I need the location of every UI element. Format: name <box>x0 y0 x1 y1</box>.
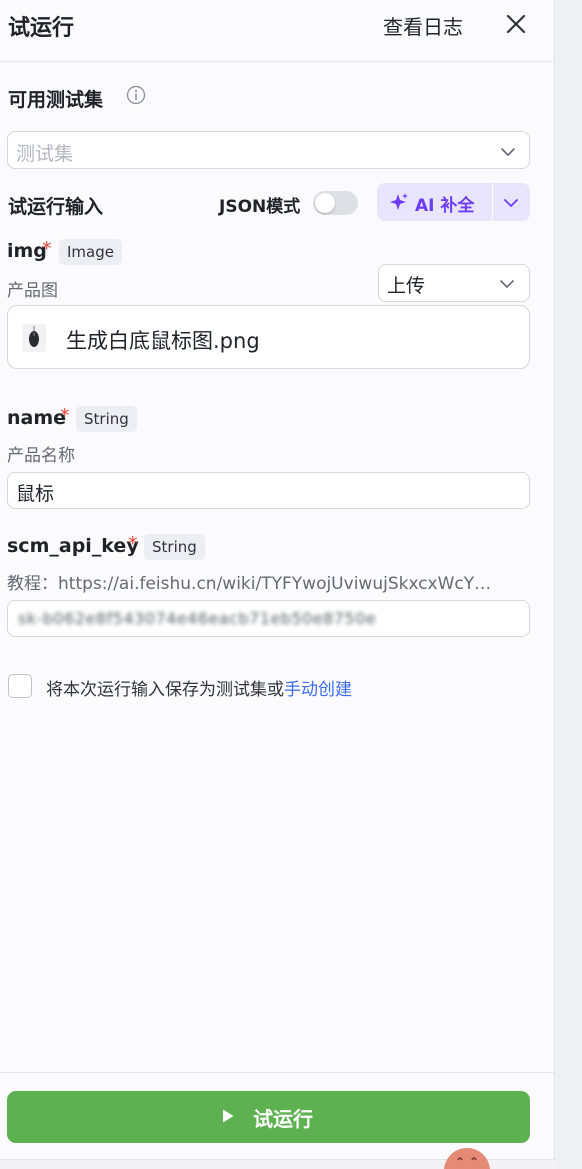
field-name-img: img <box>7 240 47 262</box>
run-input-title: 试运行输入 <box>8 196 104 218</box>
save-testset-label: 将本次运行输入保存为测试集或 <box>46 680 284 700</box>
field-desc-img: 产品图 <box>7 281 58 301</box>
field-desc-name: 产品名称 <box>7 446 75 466</box>
name-input-value: 鼠标 <box>16 483 55 505</box>
field-desc-scm-api-key: 教程：https://ai.feishu.cn/wiki/TYFYwojUviw… <box>7 574 492 594</box>
type-tag-image: Image <box>59 239 122 265</box>
trial-run-label: 试运行 <box>253 1107 313 1131</box>
api-key-input[interactable]: sk-b062e8f543074e46eacb71eb50e8750e <box>7 600 530 637</box>
chevron-down-icon <box>500 280 514 288</box>
right-edge-strip <box>556 0 582 1169</box>
uploaded-file[interactable]: 生成白底鼠标图.png <box>7 305 530 369</box>
trial-run-panel: 试运行 查看日志 可用测试集 测试集 试运行输入 JSON模式 AI 补全 im… <box>0 0 555 1160</box>
upload-source-value: 上传 <box>387 275 426 297</box>
ai-complete-dropdown[interactable] <box>493 183 530 221</box>
json-mode-toggle[interactable] <box>313 191 358 215</box>
panel-title: 试运行 <box>8 16 75 41</box>
ai-complete-label: AI 补全 <box>415 196 475 216</box>
close-icon[interactable] <box>503 11 529 37</box>
api-key-value-blurred: sk-b062e8f543074e46eacb71eb50e8750e <box>18 609 377 628</box>
file-thumbnail <box>22 324 46 352</box>
save-testset-text: 将本次运行输入保存为测试集或手动创建 <box>46 675 352 700</box>
testset-placeholder: 测试集 <box>16 143 74 165</box>
panel-header: 试运行 查看日志 <box>0 0 555 62</box>
required-mark: * <box>60 405 70 427</box>
chevron-down-icon <box>501 148 515 156</box>
upload-source-select[interactable]: 上传 <box>378 264 530 302</box>
name-input[interactable]: 鼠标 <box>7 472 530 509</box>
field-name-name: name <box>7 407 67 429</box>
testset-title: 可用测试集 <box>8 89 104 111</box>
play-icon <box>223 1109 234 1123</box>
chevron-down-icon <box>504 199 518 207</box>
trial-run-button[interactable]: 试运行 <box>7 1091 530 1143</box>
save-testset-checkbox[interactable] <box>8 674 32 698</box>
json-mode-label: JSON模式 <box>219 197 301 217</box>
ai-complete-button[interactable]: AI 补全 <box>377 183 492 221</box>
field-name-scm-api-key: scm_api_key <box>7 535 139 557</box>
file-name: 生成白底鼠标图.png <box>66 329 260 353</box>
sparkle-icon <box>390 193 408 210</box>
type-tag-string: String <box>76 406 137 432</box>
required-mark: * <box>42 238 52 260</box>
manual-create-link[interactable]: 手动创建 <box>284 680 352 700</box>
view-logs-button[interactable]: 查看日志 <box>383 11 463 40</box>
required-mark: * <box>128 533 138 555</box>
toggle-knob <box>315 193 335 213</box>
type-tag-string: String <box>144 534 205 560</box>
testset-select[interactable]: 测试集 <box>7 131 530 169</box>
info-icon[interactable] <box>126 85 146 105</box>
